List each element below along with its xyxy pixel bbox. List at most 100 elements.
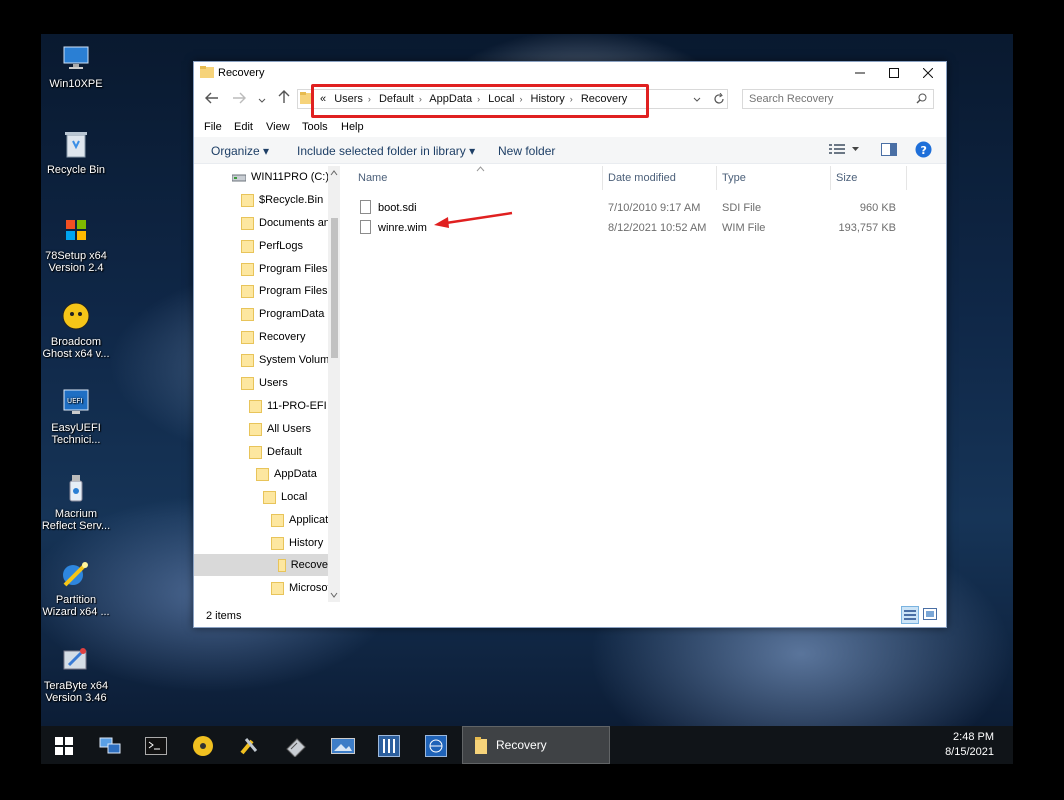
start-button[interactable] bbox=[50, 732, 78, 760]
folder-icon bbox=[271, 581, 284, 595]
preview-pane-button[interactable] bbox=[881, 143, 897, 159]
large-icons-view-toggle[interactable] bbox=[923, 608, 937, 623]
refresh-button[interactable] bbox=[713, 92, 725, 108]
folder-icon bbox=[271, 536, 284, 550]
folder-icon bbox=[278, 558, 286, 572]
tree-item[interactable]: Applicati bbox=[271, 509, 331, 531]
arrow-up-icon bbox=[278, 90, 290, 103]
column-header-date[interactable]: Date modified bbox=[608, 172, 676, 184]
tree-item-selected[interactable]: Recove bbox=[194, 554, 328, 576]
tree-item[interactable]: History bbox=[271, 532, 323, 554]
menu-file[interactable]: File bbox=[204, 121, 222, 133]
taskbar-app-network[interactable] bbox=[96, 732, 124, 760]
column-divider[interactable] bbox=[716, 166, 717, 190]
column-divider[interactable] bbox=[602, 166, 603, 190]
tree-item[interactable]: Program Files ( bbox=[241, 280, 334, 302]
menu-tools[interactable]: Tools bbox=[302, 121, 328, 133]
tree-item[interactable]: Program Files bbox=[241, 258, 327, 280]
organize-button[interactable]: Organize ▾ bbox=[211, 144, 269, 158]
tree-item[interactable]: ProgramData bbox=[241, 303, 324, 325]
scrollbar-thumb[interactable] bbox=[331, 218, 338, 358]
system-clock[interactable]: 2:48 PM 8/15/2021 bbox=[945, 730, 994, 760]
taskbar-app-terminal[interactable] bbox=[142, 732, 170, 760]
tree-item[interactable]: System Volume bbox=[241, 349, 335, 371]
desktop-icon-ghost[interactable]: Broadcom Ghost x64 v... bbox=[41, 300, 114, 360]
taskbar-app-mixer[interactable] bbox=[375, 732, 403, 760]
tree-item[interactable]: PerfLogs bbox=[241, 235, 303, 257]
search-input[interactable] bbox=[747, 92, 911, 106]
close-button[interactable] bbox=[911, 62, 945, 84]
svg-text:?: ? bbox=[921, 144, 927, 157]
tree-item[interactable]: Users bbox=[241, 372, 288, 394]
close-icon bbox=[923, 68, 933, 78]
help-button[interactable]: ? bbox=[915, 141, 932, 161]
desktop-icon-label: Recycle Bin bbox=[46, 164, 106, 176]
search-box[interactable] bbox=[742, 89, 934, 109]
tree-item[interactable]: $Recycle.Bin bbox=[241, 189, 323, 211]
tree-item[interactable]: Recovery bbox=[241, 326, 305, 348]
forward-button[interactable] bbox=[232, 91, 246, 107]
menu-view[interactable]: View bbox=[266, 121, 290, 133]
tree-item[interactable]: AppData bbox=[256, 463, 317, 485]
navigation-scrollbar[interactable] bbox=[328, 166, 340, 602]
organize-label: Organize bbox=[211, 144, 260, 158]
tree-item[interactable]: 11-PRO-EFI bbox=[249, 395, 327, 417]
tree-label: Recovery bbox=[259, 331, 306, 343]
taskbar-app-viewer[interactable] bbox=[329, 732, 357, 760]
menu-help[interactable]: Help bbox=[341, 121, 364, 133]
desktop-icon-win10xpe[interactable]: Win10XPE bbox=[41, 42, 114, 90]
new-folder-button[interactable]: New folder bbox=[498, 144, 555, 158]
maximize-icon bbox=[889, 68, 899, 78]
taskbar-app-tools[interactable] bbox=[235, 732, 263, 760]
tree-label: $Recycle.Bin bbox=[259, 194, 324, 206]
taskbar-app-disc[interactable] bbox=[189, 732, 217, 760]
file-date: 8/12/2021 10:52 AM bbox=[608, 222, 707, 234]
tree-item[interactable]: Microsof bbox=[271, 577, 331, 599]
taskbar-app-drive[interactable] bbox=[282, 732, 310, 760]
up-button[interactable] bbox=[278, 90, 290, 107]
tree-item[interactable]: Default bbox=[249, 441, 302, 463]
desktop-icon-terabyte[interactable]: TeraByte x64 Version 3.46 bbox=[41, 644, 114, 704]
desktop-icon-label: Macrium Reflect Serv... bbox=[41, 508, 111, 532]
change-view-button[interactable] bbox=[829, 143, 859, 155]
folder-icon bbox=[263, 490, 276, 504]
desktop-icon-macrium[interactable]: Macrium Reflect Serv... bbox=[41, 472, 114, 532]
folder-icon bbox=[249, 422, 262, 436]
taskbar-app-globe[interactable] bbox=[422, 732, 450, 760]
column-divider[interactable] bbox=[906, 166, 907, 190]
drive-tool-icon bbox=[286, 738, 306, 757]
chevron-up-icon bbox=[330, 170, 338, 176]
column-divider[interactable] bbox=[830, 166, 831, 190]
tree-item[interactable]: Documents and bbox=[241, 212, 336, 234]
column-header-type[interactable]: Type bbox=[722, 172, 746, 184]
tree-label: Default bbox=[267, 446, 302, 458]
monitor-icon bbox=[60, 42, 92, 74]
title-bar[interactable]: Recovery bbox=[194, 62, 946, 84]
column-header-size[interactable]: Size bbox=[836, 172, 857, 184]
include-in-library-button[interactable]: Include selected folder in library ▾ bbox=[297, 144, 475, 158]
minimize-button[interactable] bbox=[843, 62, 877, 84]
taskbar-task-recovery[interactable]: Recovery bbox=[462, 726, 610, 764]
status-bar: 2 items bbox=[194, 605, 946, 625]
tree-item-drive-c[interactable]: WIN11PRO (C:) bbox=[232, 166, 329, 188]
recent-locations-button[interactable] bbox=[258, 92, 266, 108]
menu-edit[interactable]: Edit bbox=[234, 121, 253, 133]
desktop-icon-easyuefi[interactable]: UEFI EasyUEFI Technici... bbox=[41, 386, 114, 446]
tree-label: PerfLogs bbox=[259, 240, 304, 252]
refresh-icon bbox=[714, 92, 724, 104]
tree-item[interactable]: All Users bbox=[249, 418, 311, 440]
tree-label: History bbox=[289, 537, 324, 549]
tree-label: Program Files ( bbox=[259, 285, 335, 297]
column-header-name[interactable]: Name bbox=[358, 172, 387, 184]
address-dropdown-button[interactable] bbox=[693, 95, 701, 107]
disc-icon bbox=[193, 736, 213, 756]
globe-icon bbox=[425, 735, 447, 757]
details-view-toggle[interactable] bbox=[901, 606, 919, 624]
desktop-icon-partition-wizard[interactable]: Partition Wizard x64 ... bbox=[41, 558, 114, 618]
windows-logo-icon bbox=[55, 737, 73, 755]
desktop-icon-recycle-bin[interactable]: Recycle Bin bbox=[41, 128, 114, 176]
back-button[interactable] bbox=[205, 91, 219, 107]
maximize-button[interactable] bbox=[877, 62, 911, 84]
desktop-icon-78setup[interactable]: 78Setup x64 Version 2.4 bbox=[41, 214, 114, 274]
tree-item[interactable]: Local bbox=[263, 486, 307, 508]
